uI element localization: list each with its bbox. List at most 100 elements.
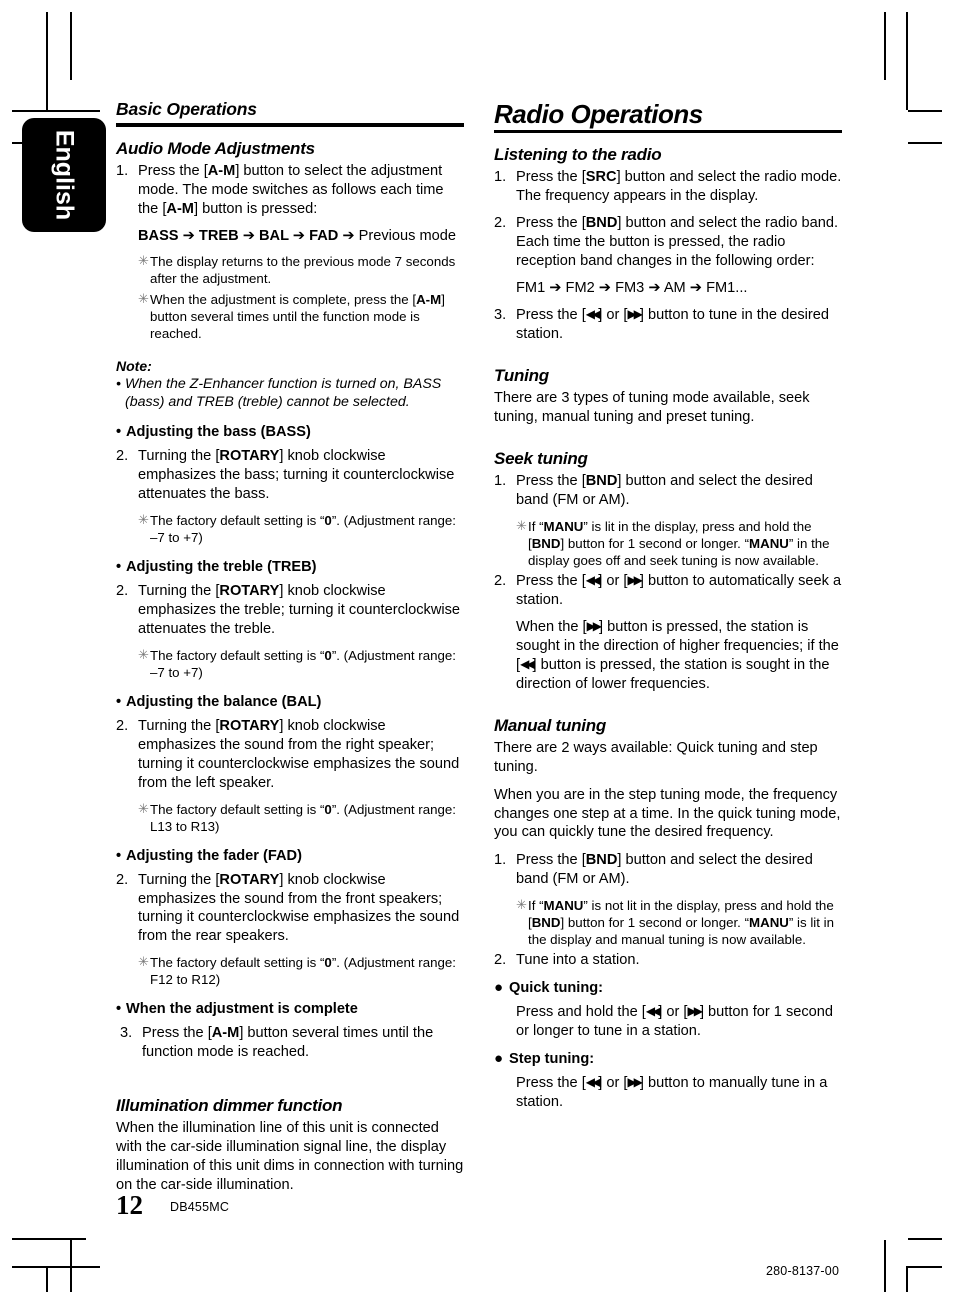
band-fm2: FM2 [565,279,595,296]
button-label-bnd: BND [585,852,618,869]
heading-adjusting-bass: • Adjusting the bass (BASS) [116,423,464,442]
button-label-bnd: BND [585,215,618,232]
asterisk-icon: ✳ [138,954,149,970]
step-mid: ] or [ [598,1075,628,1092]
quick-mid: ] or [ [658,1004,688,1021]
crop-mark-tr-v2 [884,12,886,80]
crop-mark-br-v2 [884,1240,886,1292]
note-text: The factory default setting is “0”. (Adj… [150,512,464,546]
quick-tuning-text: Press and hold the [◀◀] or [▶▶] button f… [516,1003,842,1041]
language-tab-label: English [50,129,79,221]
arrow-icon: ➔ [689,278,703,296]
step-number: 2. [494,952,507,969]
step-text-pre: Press the [ [516,572,586,589]
step-text: Press the [SRC] button and select the ra… [516,168,842,206]
step-text: Turning the [ROTARY] knob clockwise emph… [138,582,464,639]
button-label-src: SRC [585,169,617,186]
note-text: When the adjustment is complete, press t… [150,291,464,342]
band-tail: FM1... [706,279,748,296]
bass-note: ✳ The factory default setting is “0”. (A… [138,512,464,546]
seq-item-treb: TREB [198,227,239,244]
manual-note-1: ✳ If “MANU” is not lit in the display, p… [516,897,842,948]
audio-mode-step-1: 1. Press the [A-M] button to select the … [116,162,464,219]
rewind-icon: ◀◀ [585,1075,602,1090]
manual-step-1: 1. Press the [BND] button and select the… [494,851,842,889]
step-text: Turning the [ROTARY] knob clockwise emph… [138,871,464,947]
fast-forward-icon: ▶▶ [687,1004,703,1019]
button-label-am-3: A-M [416,291,442,307]
button-label-bnd: BND [531,535,561,551]
right-section-title: Radio Operations [494,99,703,129]
step-number: 2. [116,582,129,599]
fast-forward-icon: ▶▶ [627,1075,643,1090]
step-text-pre: Press the [ [516,169,586,186]
heading-adjusting-fader: • Adjusting the fader (FAD) [116,847,464,866]
heading-manual-tuning: Manual tuning [494,715,606,735]
step-number: 2. [116,871,129,888]
fast-forward-icon: ▶▶ [627,306,643,321]
heading-text: Step tuning: [509,1051,595,1068]
step-text-pre: Turning the [ [138,582,220,599]
crop-mark-tl-v1 [46,12,48,110]
step-text-pre: Press the [ [516,472,586,489]
step-text: Press the [BND] button and select the ra… [516,214,842,271]
step-number: 1. [494,169,507,186]
crop-mark-tr-h1 [908,110,942,112]
heading-text: When the adjustment is complete [126,1001,358,1018]
heading-text: Adjusting the bass (BASS) [126,423,311,440]
seq-tail: Previous mode [358,227,456,244]
button-label-am: A-M [211,1025,240,1042]
step-number: 2. [494,572,507,589]
note-a: If “ [528,898,544,914]
crop-mark-bl-v2 [70,1240,72,1292]
heading-text: Quick tuning: [509,980,604,997]
step-text: Turning the [ROTARY] knob clockwise emph… [138,717,464,793]
bullet-icon: • [116,423,122,440]
display-label-manu-2: MANU [749,535,789,551]
manual-step-2: 2. Tune into a station. [494,951,842,970]
step-text-mid: ] or [ [598,572,628,589]
note-text: The factory default setting is “0”. (Adj… [150,647,464,681]
asterisk-icon: ✳ [138,800,149,816]
note-pre: The factory default setting is “ [150,647,325,663]
crop-mark-br-h2 [908,1266,942,1268]
fast-forward-icon: ▶▶ [586,618,603,633]
crop-mark-tl-v2 [70,12,72,80]
note-label: Note: [116,357,152,374]
bullet-icon: • [116,847,122,864]
step-text: Press the [BND] button and select the de… [516,472,842,510]
button-label-bnd: BND [585,472,618,489]
step-text: Press the [BND] button and select the de… [516,851,842,889]
manual-tuning-para-1: There are 2 ways available: Quick tuning… [494,739,818,775]
step-number: 1. [494,472,507,489]
note-pre: The factory default setting is “ [150,801,325,817]
fader-step: 2. Turning the [ROTARY] knob clockwise e… [116,871,464,947]
right-column: Radio Operations Listening to the radio … [494,99,842,1121]
heading-illumination-dimmer: Illumination dimmer function [116,1096,343,1116]
button-label-bnd: BND [531,915,561,931]
manual-tuning-para-2: When you are in the step tuning mode, th… [494,786,841,841]
display-label-manu: MANU [543,898,584,914]
note-item: • When the Z-Enhancer function is turned… [116,375,464,411]
step-number: 2. [116,447,129,464]
filled-circle-icon: ● [494,979,504,997]
heading-seek-tuning: Seek tuning [494,448,588,468]
arrow-icon: ➔ [292,226,306,244]
step-text-pre: Press the [ [142,1025,212,1042]
button-label-rotary: ROTARY [219,717,280,734]
crop-mark-bl-h1 [12,1238,86,1240]
default-value: 0 [324,512,332,528]
step-number: 1. [116,162,129,179]
seq-item-bal: BAL [259,227,289,244]
arrow-icon: ➔ [182,226,195,244]
bullet-icon: • [116,693,122,710]
step-text: Press the [◀◀] or [▶▶] button to tune in… [516,306,842,344]
document-code: 280-8137-00 [766,1264,840,1278]
step-text: Press the [A-M] button several times unt… [142,1024,464,1062]
step-number: 2. [494,215,507,232]
step-text-pre: Turning the [ [138,871,220,888]
left-section-title: Basic Operations [116,99,257,119]
bullet-icon: • [116,1001,122,1018]
display-label-manu: MANU [543,518,584,534]
note-text: If “MANU” is not lit in the display, pre… [528,897,842,948]
